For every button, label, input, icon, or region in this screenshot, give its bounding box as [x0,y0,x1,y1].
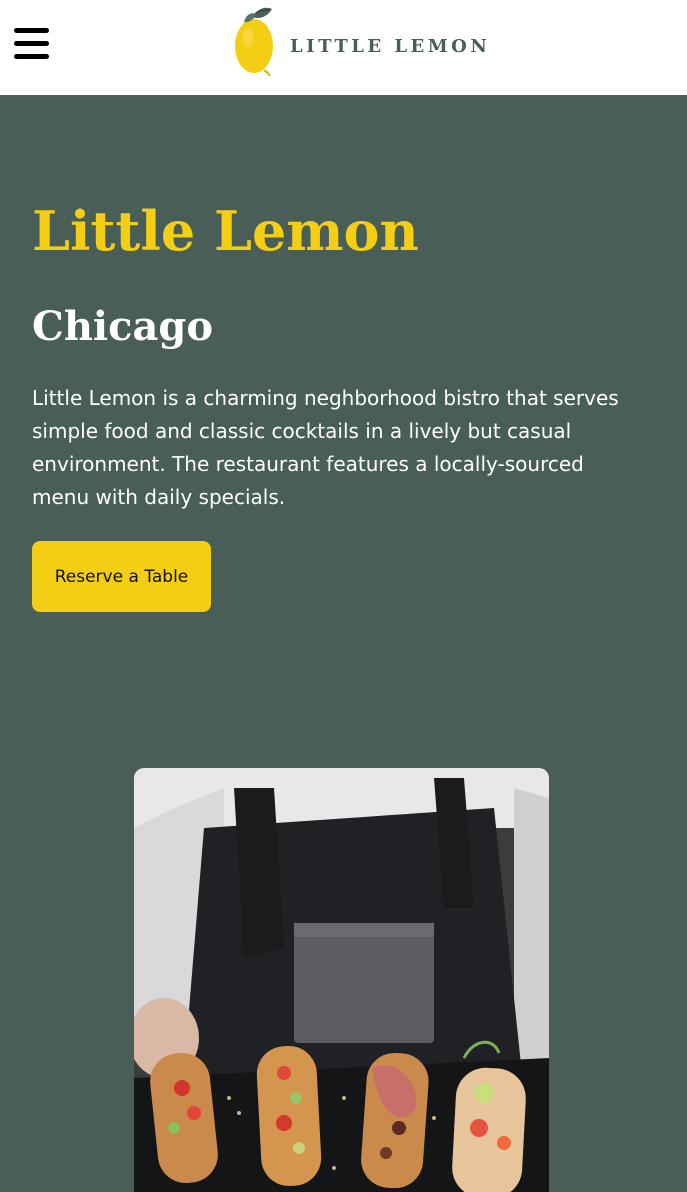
hero-description: Little Lemon is a charming neghborhood b… [32,386,619,509]
hamburger-menu-icon[interactable] [14,28,50,60]
hero-title: Little Lemon [32,199,419,263]
hero-image [134,768,549,1192]
hero-section: Little Lemon Chicago Little Lemon is a c… [0,95,687,1192]
reserve-table-button[interactable]: Reserve a Table [32,541,211,612]
lemon-icon [235,7,273,76]
hero-subtitle: Chicago [32,303,214,350]
logo-text: LITTLE LEMON [290,36,491,57]
site-header: LITTLE LEMON [0,0,687,95]
logo[interactable]: LITTLE LEMON [234,6,487,76]
